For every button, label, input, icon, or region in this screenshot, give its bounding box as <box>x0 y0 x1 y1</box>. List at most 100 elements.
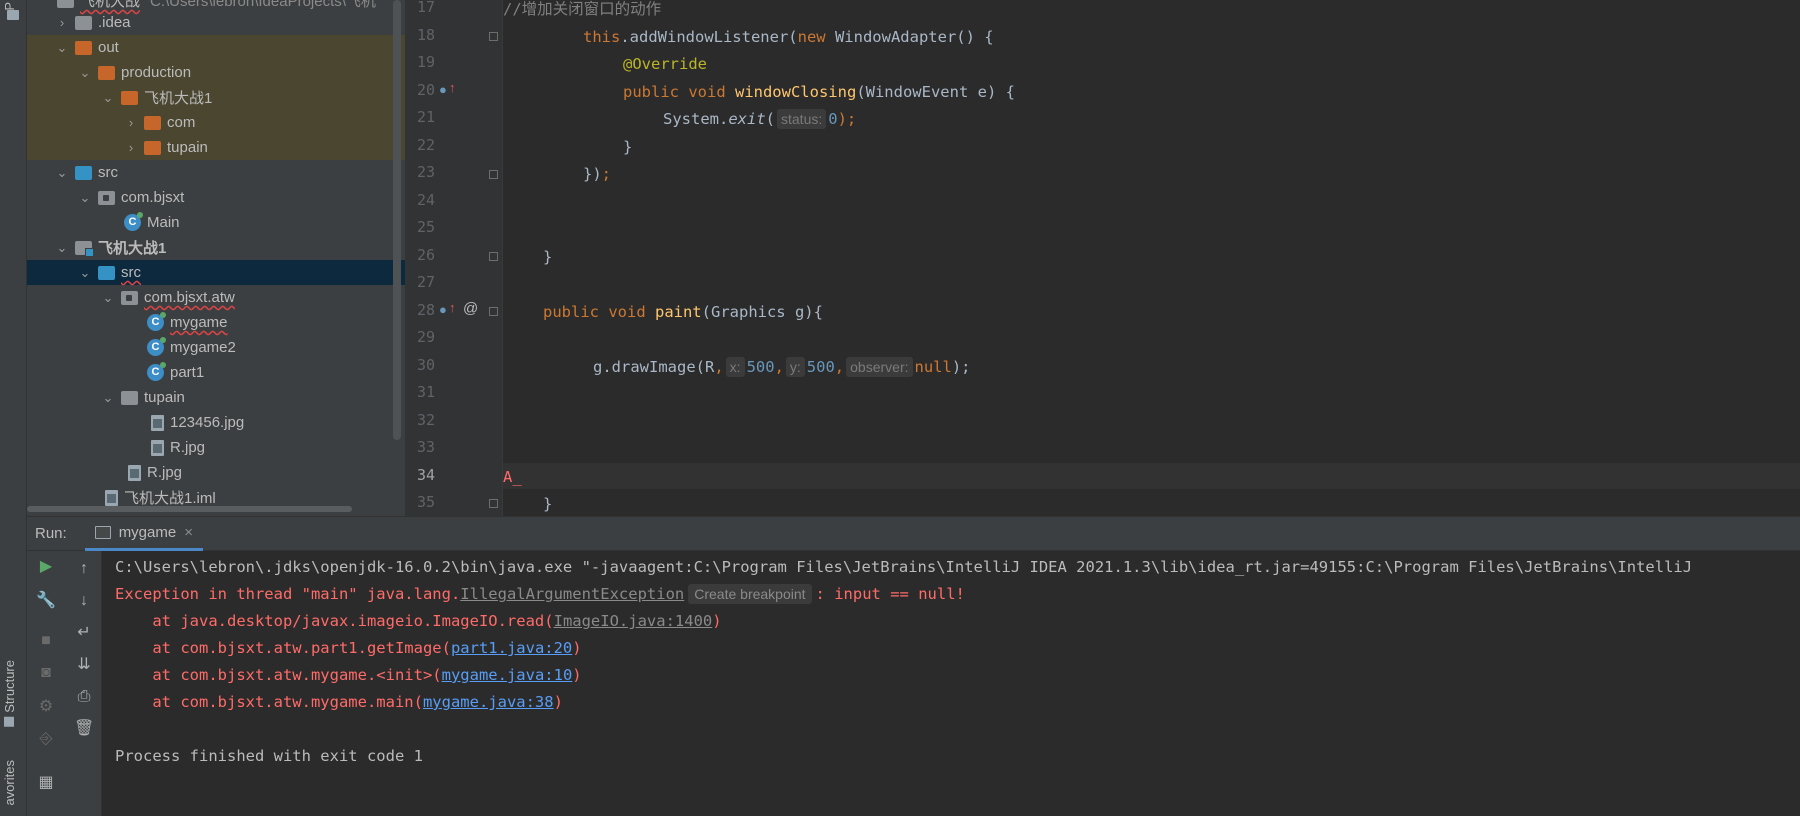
create-breakpoint-hint[interactable]: Create breakpoint <box>688 584 812 604</box>
run-toolbar-primary: ▶ 🔧 ■ ◙ ⚙ ⎆ ▦ <box>27 551 65 816</box>
project-tree[interactable]: 飞机大战 C:\Users\lebron\IdeaProjects\飞机 › .… <box>27 0 405 516</box>
package-icon <box>121 290 138 305</box>
stack-link[interactable]: mygame.java:38 <box>423 693 554 711</box>
run-toolbar-secondary: ↑ ↓ ↵ ⇊ ⎙ 🗑 <box>65 551 102 816</box>
chevron-right-icon[interactable]: › <box>124 140 138 155</box>
override-marker-icon[interactable]: ● <box>439 82 447 97</box>
line-number: 22 <box>416 136 435 154</box>
exception-link[interactable]: IllegalArgumentException <box>460 585 684 603</box>
down-arrow-icon[interactable]: ↓ <box>74 591 94 611</box>
console-line: C:\Users\lebron\.jdks\openjdk-16.0.2\bin… <box>115 558 1693 576</box>
wrench-icon[interactable]: 🔧 <box>36 591 56 611</box>
console-line-exit: Process finished with exit code 1 <box>115 747 423 765</box>
print-icon[interactable]: ⎙ <box>74 687 94 707</box>
chevron-down-icon[interactable]: ⌄ <box>101 90 115 105</box>
chevron-down-icon[interactable]: ⌄ <box>78 190 92 205</box>
tree-item-src-selected[interactable]: ⌄ src <box>27 260 405 285</box>
camera-icon[interactable]: ◙ <box>36 663 56 683</box>
tree-item-label: R.jpg <box>170 439 206 456</box>
code-line-35: } <box>543 495 553 513</box>
stop-icon[interactable]: ■ <box>36 631 56 651</box>
close-icon[interactable]: × <box>184 524 193 541</box>
run-tab-mygame[interactable]: mygame × <box>84 516 203 551</box>
chevron-down-icon[interactable]: ⌄ <box>55 165 69 180</box>
tree-item-label: 123456.jpg <box>170 414 245 431</box>
editor-gutter[interactable]: 17 18 19 20 21 22 23 24 25 26 27 28 29 3… <box>405 0 503 516</box>
tree-item-123456-jpg[interactable]: 123456.jpg <box>27 410 405 435</box>
structure-tool-tab[interactable]: Structure <box>2 660 17 727</box>
stack-link[interactable]: mygame.java:10 <box>442 666 573 684</box>
tree-item-out[interactable]: ⌄ out <box>27 35 405 60</box>
tree-item-src[interactable]: ⌄ src <box>27 160 405 185</box>
chevron-down-icon[interactable]: ⌄ <box>78 65 92 80</box>
tree-item-tupain-out[interactable]: › tupain <box>27 135 405 160</box>
project-folder-icon <box>7 10 19 20</box>
soft-wrap-icon[interactable]: ↵ <box>74 623 94 643</box>
settings-icon[interactable]: ⚙ <box>36 697 56 717</box>
tree-item-com-bjsxt-atw[interactable]: ⌄ com.bjsxt.atw <box>27 285 405 310</box>
chevron-right-icon[interactable]: › <box>55 15 69 30</box>
stack-link[interactable]: ImageIO.java:1400 <box>554 612 713 630</box>
tree-item-com[interactable]: › com <box>27 110 405 135</box>
rerun-icon[interactable]: ▶ <box>36 557 56 577</box>
fold-toggle-icon[interactable] <box>489 32 498 41</box>
tree-item-out-module[interactable]: ⌄ 飞机大战1 <box>27 85 405 110</box>
up-arrow-icon[interactable]: ↑ <box>74 559 94 579</box>
fold-toggle-icon[interactable] <box>489 307 498 316</box>
tree-item-main[interactable]: C Main <box>27 210 405 235</box>
tree-item-mygame2[interactable]: C mygame2 <box>27 335 405 360</box>
chevron-down-icon[interactable]: ⌄ <box>55 40 69 55</box>
code-line-18: this.addWindowListener(new WindowAdapter… <box>583 28 994 46</box>
fold-toggle-icon[interactable] <box>489 499 498 508</box>
tree-item-r-jpg-inner[interactable]: R.jpg <box>27 435 405 460</box>
tree-item-r-jpg[interactable]: R.jpg <box>27 460 405 485</box>
java-class-icon: C <box>147 362 166 381</box>
tree-item-part1[interactable]: C part1 <box>27 360 405 385</box>
code-line-19: @Override <box>623 55 707 73</box>
override-marker-icon[interactable]: ● <box>439 302 447 317</box>
run-console-output[interactable]: C:\Users\lebron\.jdks\openjdk-16.0.2\bin… <box>102 551 1800 816</box>
tree-item-com-bjsxt[interactable]: ⌄ com.bjsxt <box>27 185 405 210</box>
tree-item-label: mygame2 <box>170 339 236 356</box>
chevron-down-icon[interactable]: ⌄ <box>101 390 115 405</box>
tree-item-idea[interactable]: › .idea <box>27 10 405 35</box>
tree-item-label: tupain <box>167 139 208 156</box>
layout-icon[interactable]: ▦ <box>36 773 56 793</box>
parameter-hint: y: <box>785 357 805 377</box>
code-line-30: g.drawImage(R, x: 500, y: 500, observer: null)… <box>593 357 971 377</box>
chevron-down-icon[interactable]: ⌄ <box>101 290 115 305</box>
annotation-at-icon[interactable]: @ <box>463 300 478 317</box>
java-class-icon: C <box>124 212 143 231</box>
chevron-down-icon[interactable]: ⌄ <box>55 240 69 255</box>
run-label: Run: <box>35 525 67 542</box>
parameter-hint: status: <box>777 109 827 129</box>
code-line-22: } <box>623 138 633 156</box>
tree-item-mygame[interactable]: C mygame <box>27 310 405 335</box>
tree-item-label: src <box>121 264 141 281</box>
line-number: 29 <box>416 328 435 346</box>
chevron-down-icon[interactable]: ⌄ <box>78 265 92 280</box>
code-editor[interactable]: //增加关闭窗口的动作 this.addWindowListener(new W… <box>503 0 1800 516</box>
folder-orange-icon <box>98 65 115 80</box>
code-line-17: //增加关闭窗口的动作 <box>503 0 662 18</box>
scroll-to-end-icon[interactable]: ⇊ <box>74 655 94 675</box>
tree-item-label: 飞机大战1 <box>144 90 213 107</box>
tree-item-tupain[interactable]: ⌄ tupain <box>27 385 405 410</box>
exit-icon[interactable]: ⎆ <box>36 729 56 749</box>
tree-item-production[interactable]: ⌄ production <box>27 60 405 85</box>
favorites-tool-tab[interactable]: avorites <box>2 760 17 806</box>
fold-toggle-icon[interactable] <box>489 252 498 261</box>
implements-up-arrow-icon[interactable]: ↑ <box>449 80 456 95</box>
console-line-stack: at com.bjsxt.atw.part1.getImage(part1.ja… <box>115 639 582 657</box>
fold-toggle-icon[interactable] <box>489 170 498 179</box>
chevron-right-icon[interactable]: › <box>124 115 138 130</box>
tree-item-module[interactable]: ⌄ 飞机大战1 <box>27 235 405 260</box>
tree-vertical-scrollbar[interactable] <box>393 0 401 440</box>
trash-icon[interactable]: 🗑 <box>74 719 94 739</box>
line-number: 18 <box>416 26 435 44</box>
image-file-icon <box>151 439 164 456</box>
code-line-21: System.exit(status: 0); <box>663 109 857 129</box>
overrides-up-arrow-icon[interactable]: ↑ <box>449 300 456 315</box>
tree-horizontal-scrollbar[interactable] <box>27 506 352 512</box>
stack-link[interactable]: part1.java:20 <box>451 639 572 657</box>
